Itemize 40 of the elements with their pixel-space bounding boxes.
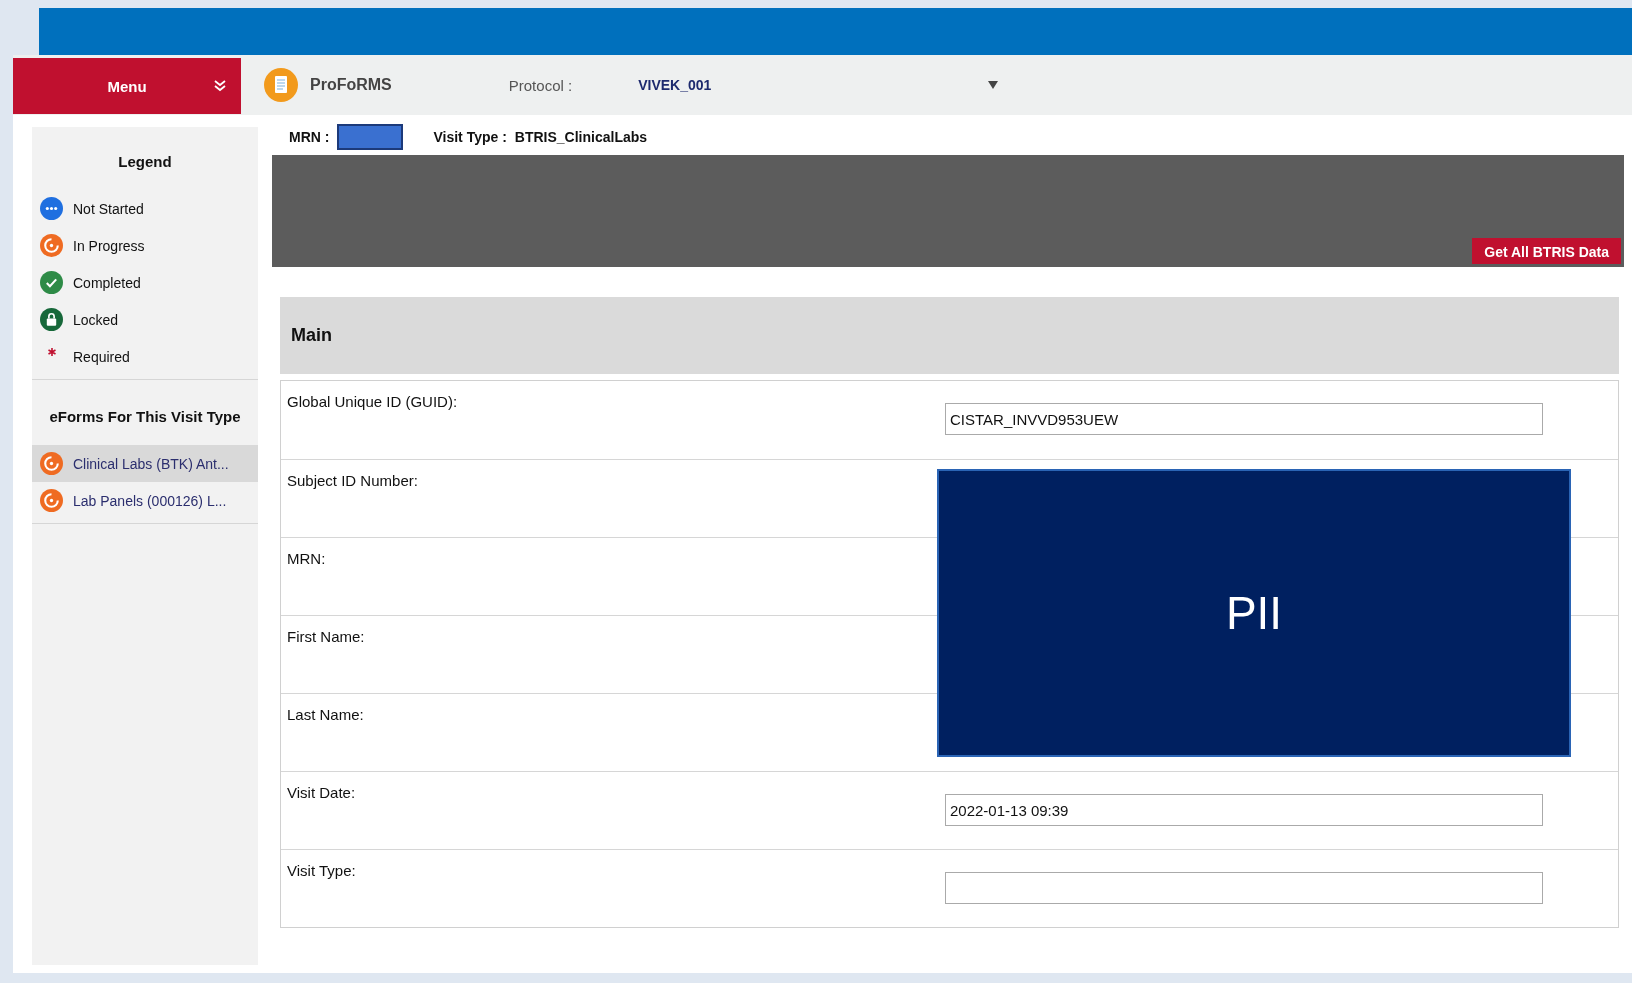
eform-item[interactable]: Clinical Labs (BTK) Ant... (32, 445, 258, 482)
input-field[interactable]: CISTAR_INVVD953UEW (945, 403, 1543, 435)
field-label: Subject ID Number: (286, 471, 418, 489)
ellipsis-icon (40, 197, 63, 220)
get-data-button[interactable]: Get All BTRIS Data (1472, 238, 1621, 264)
field-label: MRN: (286, 549, 326, 567)
field-label: Visit Date: (286, 783, 356, 801)
mrn-label: MRN : (289, 129, 330, 145)
field-label: Global Unique ID (GUID): (286, 392, 458, 410)
field-label: Visit Type: (286, 861, 356, 879)
input-field[interactable] (945, 872, 1543, 904)
double-chevron-icon (213, 79, 227, 93)
progress-icon (40, 489, 63, 512)
legend-label: Not Started (73, 200, 144, 217)
redaction-box (337, 124, 404, 150)
legend-label: Required (73, 348, 130, 365)
lock-icon (40, 308, 63, 331)
section-title: Main (291, 325, 332, 346)
app-name: ProFoRMS (310, 76, 392, 94)
check-icon (40, 271, 63, 294)
asterisk-icon (47, 348, 56, 356)
legend-title: Legend (117, 153, 173, 170)
visit-type-label: Visit Type : (433, 129, 507, 145)
legend-label: Completed (73, 274, 141, 291)
progress-icon (40, 234, 63, 257)
menu-button[interactable]: Menu (13, 58, 241, 114)
document-icon (264, 68, 298, 102)
legend-label: In Progress (73, 237, 145, 254)
eform-item[interactable]: Lab Panels (000126) L... (32, 482, 258, 519)
input-field[interactable]: 2022-01-13 09:39 (945, 794, 1543, 826)
progress-icon (40, 452, 63, 475)
field-label: Last Name: (286, 705, 364, 723)
visit-type-value: BTRIS_ClinicalLabs (514, 129, 648, 145)
redaction-label: PII (1225, 586, 1283, 640)
field-label: First Name: (286, 627, 365, 645)
caret-icon (988, 81, 999, 89)
eforms-title: eForms For This Visit Type (48, 408, 242, 425)
legend-label: Locked (73, 311, 119, 328)
protocol-dropdown[interactable]: VIVEK_001 (638, 77, 999, 93)
protocol-label: Protocol : (508, 76, 573, 94)
